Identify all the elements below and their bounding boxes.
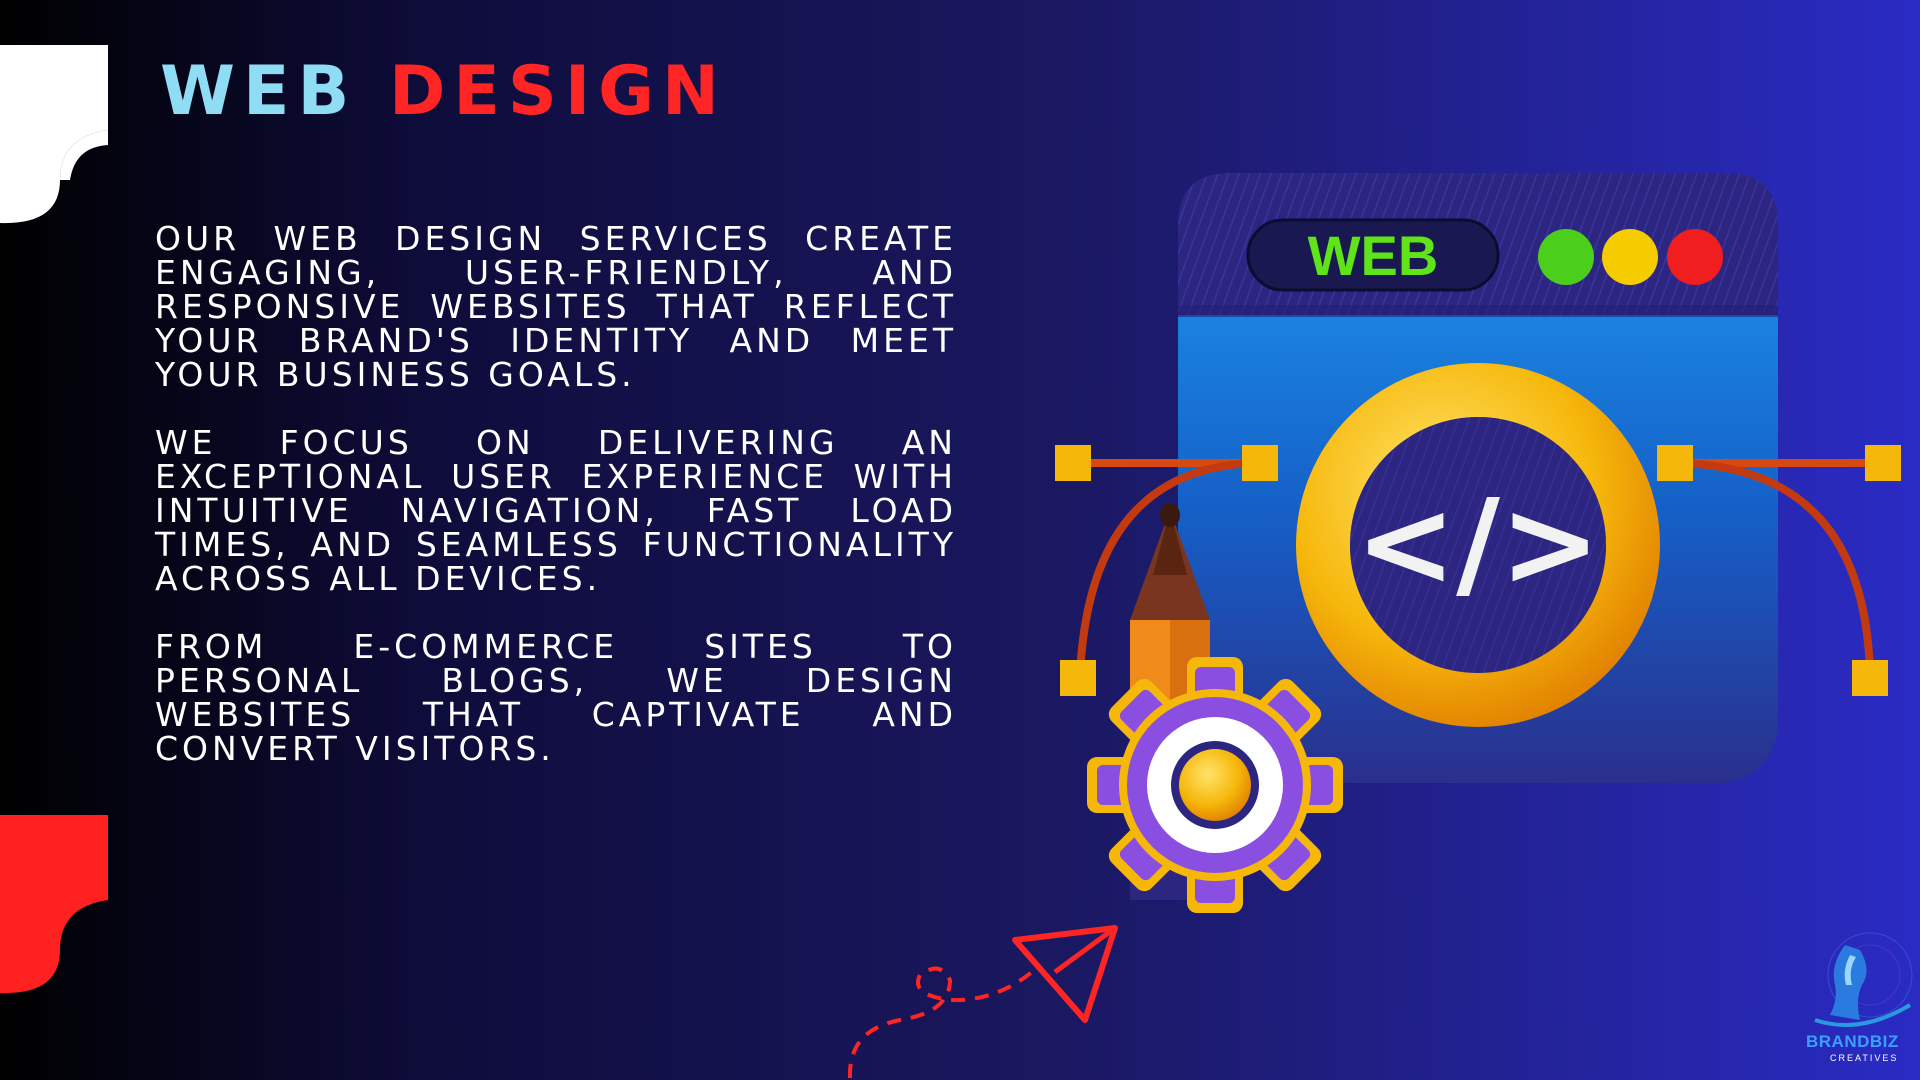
brand-logo: BRANDBIZ CREATIVES: [1800, 925, 1920, 1075]
paragraph-1: OUR WEB DESIGN SERVICES CREATE ENGAGING,…: [155, 219, 957, 394]
code-icon: </>: [1296, 363, 1660, 727]
gear-icon: [1087, 657, 1343, 913]
paper-plane-icon: [847, 925, 1118, 1079]
code-symbol: </>: [1356, 475, 1601, 614]
description: OUR WEB DESIGN SERVICES CREATE ENGAGING,…: [155, 222, 957, 800]
logo-brand-name: BRANDBIZ: [1806, 1032, 1899, 1051]
title-word-web: WEB: [160, 52, 358, 131]
bottom-left-red-shape: [0, 815, 108, 994]
page-title: WEB DESIGN: [160, 58, 727, 126]
brand-logo-icon: [1814, 932, 1913, 1027]
browser-web-label: WEB: [1308, 224, 1439, 287]
paragraph-2: WE FOCUS ON DELIVERING AN EXCEPTIONAL US…: [155, 423, 957, 598]
paragraph-3: FROM E-COMMERCE SITES TO PERSONAL BLOGS,…: [155, 627, 957, 768]
title-word-design: DESIGN: [388, 52, 727, 131]
top-left-white-shape: [0, 45, 108, 224]
web-design-illustration: WEB </>: [1055, 173, 1901, 913]
logo-sub-name: CREATIVES: [1830, 1053, 1899, 1063]
